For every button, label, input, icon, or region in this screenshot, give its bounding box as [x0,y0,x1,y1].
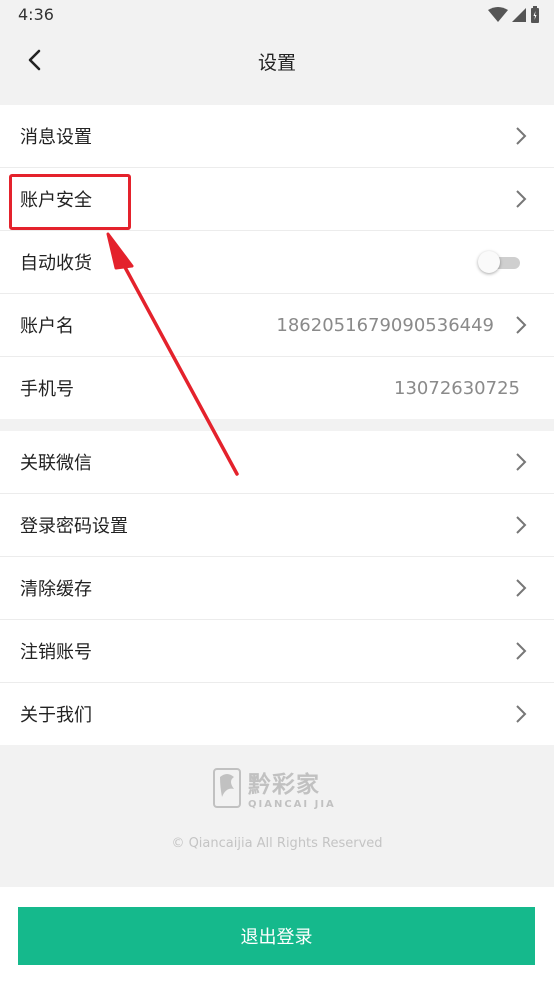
brand-logo: 黔彩家 QIANCAI JIA [212,765,336,810]
annotation-highlight-box [9,174,131,230]
row-auto-receive: 自动收货 [0,231,554,294]
chevron-right-icon [516,516,527,534]
status-time: 4:36 [18,5,54,24]
row-label: 关联微信 [20,453,92,474]
row-label: 关于我们 [20,705,92,726]
battery-icon [531,6,539,23]
nav-bar: 设置 [0,30,554,92]
row-login-password[interactable]: 登录密码设置 [0,494,554,557]
row-label: 登录密码设置 [20,516,128,537]
chevron-right-icon [516,316,527,334]
row-message-settings[interactable]: 消息设置 [0,105,554,168]
toggle-knob [478,251,500,273]
status-icons [488,6,540,24]
chevron-right-icon [516,579,527,597]
status-bar: 4:36 [0,0,554,30]
copyright-text: © Qiancaijia All Rights Reserved [171,836,383,851]
row-clear-cache[interactable]: 清除缓存 [0,557,554,620]
row-phone-number: 手机号 13072630725 [0,357,554,419]
settings-group-account: 消息设置 账户安全 自动收货 账户名 186205167909053644​9 … [0,105,554,419]
logout-button[interactable]: 退出登录 [18,907,535,965]
account-name-value: 186205167909053644​9 [276,314,494,336]
page-title: 设置 [257,52,296,74]
chevron-right-icon [516,190,527,208]
brand-text: 黔彩家 QIANCAI JIA [248,765,336,810]
row-link-wechat[interactable]: 关联微信 [0,431,554,494]
row-label: 账户名 [20,316,74,337]
brand-name-cn: 黔彩家 [248,772,320,798]
row-delete-account[interactable]: 注销账号 [0,620,554,683]
row-about-us[interactable]: 关于我们 [0,683,554,745]
wifi-icon [488,7,508,22]
row-label: 注销账号 [20,642,92,663]
chevron-right-icon [516,642,527,660]
chevron-right-icon [516,453,527,471]
signal-icon [512,8,526,22]
chevron-right-icon [516,127,527,145]
row-label: 手机号 [20,379,74,400]
chevron-right-icon [516,705,527,723]
phone-number-value: 13072630725 [394,377,520,399]
logout-area: 退出登录 [0,887,554,987]
row-label: 消息设置 [20,127,92,148]
auto-receive-toggle[interactable] [478,251,522,273]
settings-group-general: 关联微信 登录密码设置 清除缓存 注销账号 关于我们 [0,431,554,745]
row-account-name[interactable]: 账户名 186205167909053644​9 [0,294,554,357]
brand-mark-icon [213,767,241,808]
row-label: 自动收货 [20,253,92,274]
brand-name-en: QIANCAI JIA [248,799,336,810]
row-label: 清除缓存 [20,579,92,600]
footer-area: 黔彩家 QIANCAI JIA © Qiancaijia All Rights … [0,745,554,887]
